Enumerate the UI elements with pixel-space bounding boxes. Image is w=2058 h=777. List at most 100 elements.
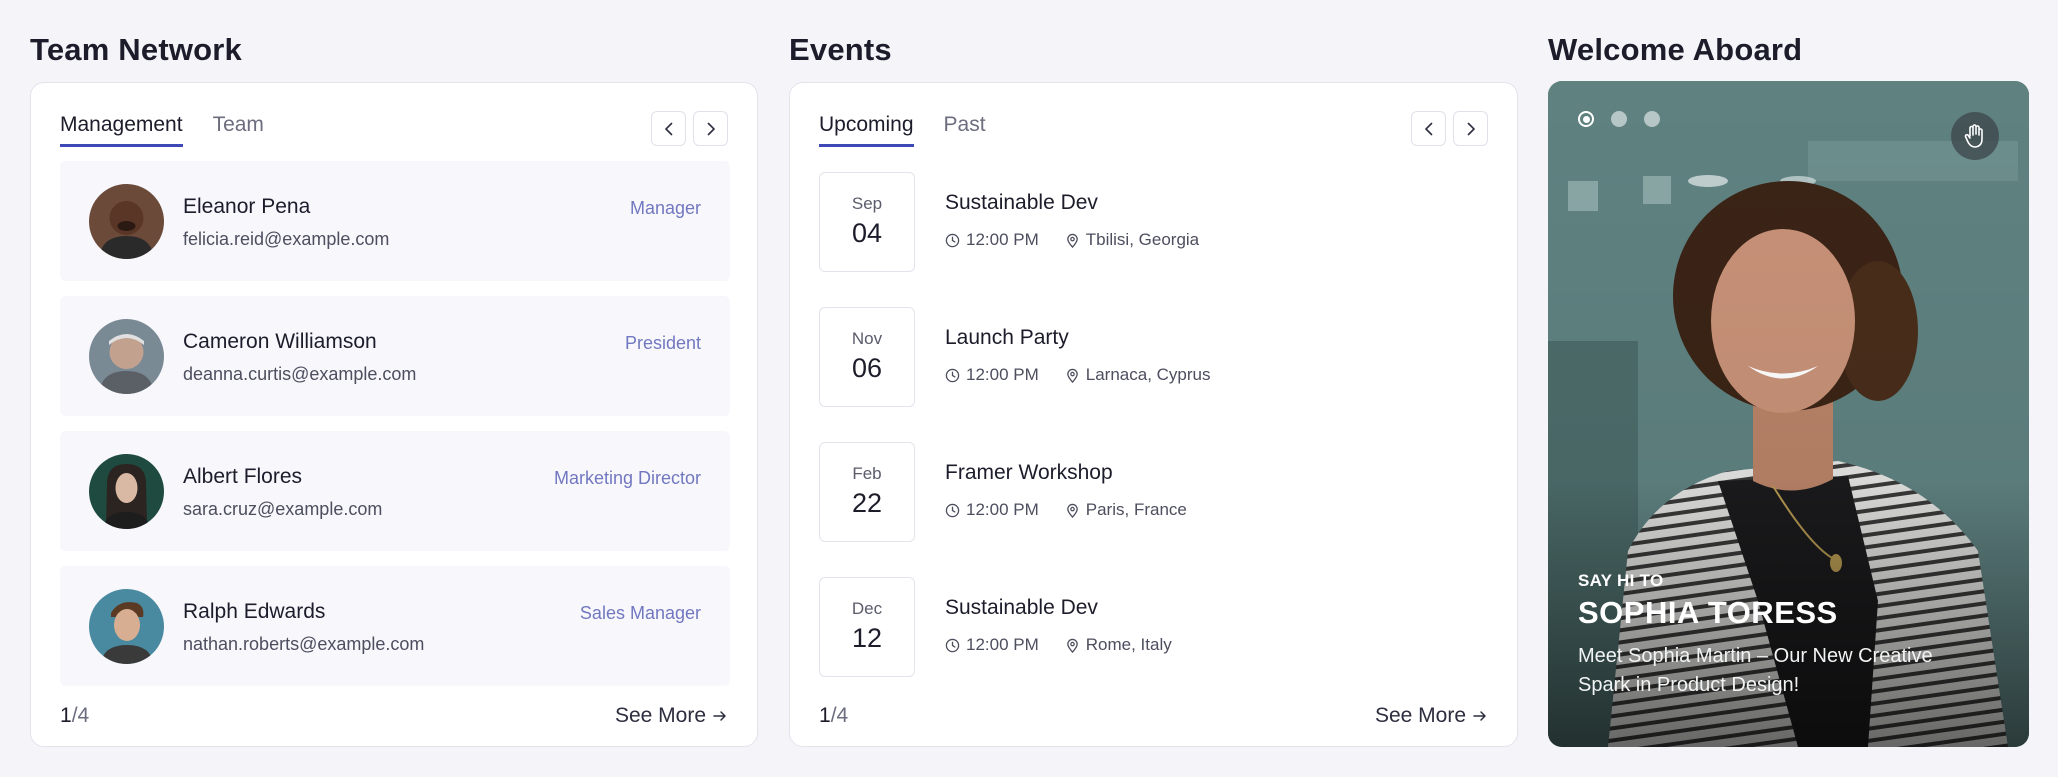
event-day: 22 [851,488,883,518]
member-row[interactable]: Ralph Edwards nathan.roberts@example.com… [60,566,730,686]
wave-button[interactable] [1951,112,1999,160]
waving-hand-icon [1964,124,1983,148]
clock-icon [945,368,960,382]
location-pin-icon [1066,233,1078,248]
member-row[interactable]: Eleanor Pena felicia.reid@example.com Ma… [60,161,730,281]
member-role: President [624,333,701,353]
event-meta: 12:00 PM Rome, Italy [945,635,1172,655]
member-row[interactable]: Albert Flores sara.cruz@example.com Mark… [60,431,730,551]
event-month: Nov [851,329,883,348]
chevron-right-icon [1467,122,1475,135]
member-name: Ralph Edwards [183,600,326,623]
clock-icon [945,233,960,247]
event-row[interactable]: Dec 12 Sustainable Dev 12:00 PM Rome, It… [819,577,1489,677]
event-month: Dec [851,599,883,618]
clock-icon [945,638,960,652]
events-title: Events [789,32,892,67]
member-row[interactable]: Cameron Williamson deanna.curtis@example… [60,296,730,416]
events-tabs: Upcoming Past [819,113,986,147]
welcome-card[interactable]: SAY HI TO SOPHIA TORESS Meet Sophia Mart… [1548,81,2029,747]
new-member-name: SOPHIA TORESS [1578,595,1838,630]
team-next-button[interactable] [693,111,728,146]
event-location: Rome, Italy [1085,635,1172,654]
welcome-title: Welcome Aboard [1548,32,1803,67]
event-time: 12:00 PM [966,500,1039,519]
new-member-description: Meet Sophia Martin – Our New Creative Sp… [1578,645,1933,696]
say-hi-label: SAY HI TO [1578,571,1664,590]
team-see-more-link[interactable]: See More [615,704,728,728]
arrow-right-icon [1473,711,1486,721]
member-name: Albert Flores [183,465,303,488]
event-time: 12:00 PM [966,365,1039,384]
event-day: 06 [851,353,883,383]
member-role: Sales Manager [579,603,701,623]
events-prev-button[interactable] [1411,111,1446,146]
avatar [89,319,164,394]
event-date: Nov 06 [819,307,915,407]
event-location: Tbilisi, Georgia [1085,230,1200,249]
tab-upcoming[interactable]: Upcoming [819,113,914,147]
pager-total: /4 [830,704,849,727]
avatar [89,184,164,259]
member-email: felicia.reid@example.com [183,229,390,249]
member-email: nathan.roberts@example.com [183,634,425,654]
member-name: Eleanor Pena [183,195,311,218]
event-date: Feb 22 [819,442,915,542]
member-email: deanna.curtis@example.com [183,364,417,384]
pager-current: 1 [60,704,72,727]
member-name: Cameron Williamson [183,330,377,353]
event-meta: 12:00 PM Larnaca, Cyprus [945,365,1211,385]
arrow-right-icon [713,711,726,721]
event-time: 12:00 PM [966,635,1039,654]
event-date: Dec 12 [819,577,915,677]
event-day: 04 [851,218,883,248]
event-row[interactable]: Feb 22 Framer Workshop 12:00 PM Paris, F… [819,442,1489,542]
event-time: 12:00 PM [966,230,1039,249]
tab-team[interactable]: Team [213,113,264,147]
see-more-label: See More [614,704,706,727]
event-title: Framer Workshop [945,461,1113,484]
event-meta: 12:00 PM Paris, France [945,500,1187,520]
tab-management[interactable]: Management [60,113,183,147]
location-pin-icon [1066,368,1078,383]
chevron-right-icon [707,122,715,135]
slide-dot[interactable] [1611,111,1627,127]
team-tabs: Management Team [60,113,264,147]
team-carousel-nav [651,111,728,146]
event-location: Larnaca, Cyprus [1085,365,1211,384]
team-network-card: Management Team Eleanor Pena felicia.rei… [30,82,758,747]
member-role: Marketing Director [553,468,701,488]
event-month: Sep [851,194,883,213]
location-pin-icon [1066,503,1078,518]
member-email: sara.cruz@example.com [183,499,383,519]
events-card: Upcoming Past Sep 04 Sustainable Dev 12:… [789,82,1518,747]
event-title: Sustainable Dev [945,596,1098,619]
pager-current: 1 [819,704,831,727]
event-month: Feb [852,464,882,483]
events-next-button[interactable] [1453,111,1488,146]
event-location: Paris, France [1085,500,1187,519]
chevron-left-icon [664,122,672,135]
event-day: 12 [851,623,883,653]
team-prev-button[interactable] [651,111,686,146]
slide-dot-active[interactable] [1578,111,1594,127]
event-title: Sustainable Dev [945,191,1098,214]
event-meta: 12:00 PM Tbilisi, Georgia [945,230,1199,250]
location-pin-icon [1066,638,1078,653]
event-row[interactable]: Sep 04 Sustainable Dev 12:00 PM Tbilisi,… [819,172,1489,272]
clock-icon [945,503,960,517]
avatar [89,589,164,664]
event-title: Launch Party [945,326,1069,349]
slide-dot[interactable] [1644,111,1660,127]
tab-past[interactable]: Past [944,113,986,147]
chevron-left-icon [1424,122,1432,135]
avatar [89,454,164,529]
events-carousel-nav [1411,111,1488,146]
event-date: Sep 04 [819,172,915,272]
event-row[interactable]: Nov 06 Launch Party 12:00 PM Larnaca, Cy… [819,307,1489,407]
team-pager: 1/4 [60,704,89,728]
member-role: Manager [629,198,701,218]
see-more-label: See More [1374,704,1466,727]
events-see-more-link[interactable]: See More [1375,704,1488,728]
slide-indicators [1578,111,1660,127]
